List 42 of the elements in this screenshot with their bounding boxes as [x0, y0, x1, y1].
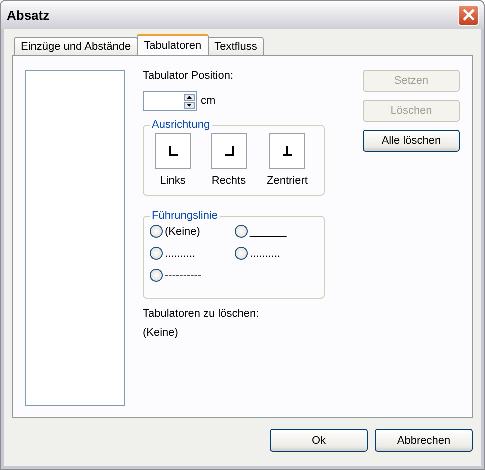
- tab[interactable]: Textfluss: [208, 37, 264, 55]
- window-title: Absatz: [7, 8, 50, 22]
- leader-radio[interactable]: ..........: [235, 247, 315, 260]
- dialog-button[interactable]: Ok: [270, 429, 368, 452]
- delete-list-value: (Keine): [143, 327, 180, 339]
- close-button[interactable]: [458, 4, 479, 26]
- up-arrow-icon[interactable]: [184, 94, 195, 100]
- down-arrow-icon[interactable]: [184, 102, 195, 108]
- alignment-label: Links: [160, 175, 186, 187]
- radio-button[interactable]: [235, 247, 248, 260]
- leader-radio[interactable]: ..........: [150, 247, 235, 260]
- tab-stop-list[interactable]: [25, 70, 125, 406]
- side-button[interactable]: Alle löschen: [363, 130, 460, 152]
- tab-stop-icon: [168, 146, 178, 156]
- radio-label: (Keine): [165, 226, 200, 238]
- group-title: Ausrichtung: [151, 119, 212, 131]
- close-icon: [462, 9, 474, 21]
- radio-label: ______: [250, 226, 287, 238]
- leader-radio[interactable]: ----------: [150, 269, 235, 282]
- dialog-button[interactable]: Abbrechen: [375, 429, 473, 452]
- tab-stop-icon: [224, 146, 234, 156]
- position-label: Tabulator Position:: [143, 70, 234, 82]
- alignment-button[interactable]: [155, 133, 191, 169]
- radio-label: ----------: [165, 270, 202, 282]
- unit-label: cm: [201, 95, 216, 107]
- alignment-label: Zentriert: [267, 175, 308, 187]
- group-title: Führungslinie: [151, 210, 220, 222]
- tab[interactable]: Einzüge und Abstände: [14, 37, 138, 55]
- radio-button[interactable]: [150, 225, 163, 238]
- radio-label: ..........: [165, 248, 196, 260]
- tab-stop-icon: [282, 146, 292, 156]
- radio-label: ..........: [250, 248, 281, 260]
- radio-button[interactable]: [150, 269, 163, 282]
- alignment-button[interactable]: [269, 133, 306, 169]
- delete-list-label: Tabulatoren zu löschen:: [143, 308, 260, 320]
- radio-button[interactable]: [150, 247, 163, 260]
- alignment-label: Rechts: [212, 175, 246, 187]
- radio-button[interactable]: [235, 225, 248, 238]
- leader-radio[interactable]: (Keine): [150, 225, 235, 238]
- tab[interactable]: Tabulatoren: [137, 34, 209, 55]
- leader-radio[interactable]: ______: [235, 225, 315, 238]
- alignment-button[interactable]: [211, 133, 247, 169]
